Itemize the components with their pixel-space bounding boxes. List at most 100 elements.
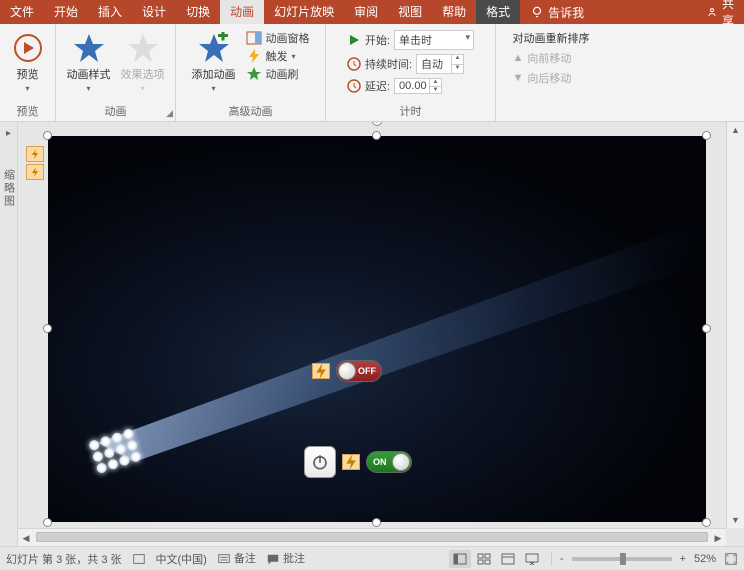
- delay-spinner[interactable]: 00.00 ▲▼: [394, 78, 442, 94]
- add-animation-button[interactable]: 添加动画 ▾: [192, 28, 236, 93]
- trigger-badge: [312, 363, 330, 379]
- preview-button[interactable]: 预览 ▾: [12, 28, 44, 93]
- animation-pane-button[interactable]: 动画窗格: [246, 30, 310, 46]
- notes-button[interactable]: 备注: [217, 550, 256, 566]
- slide-edit-area[interactable]: OFF ON: [18, 122, 744, 546]
- lightning-icon: [246, 48, 262, 64]
- tab-help[interactable]: 帮助: [432, 0, 476, 24]
- reading-view-button[interactable]: [497, 550, 519, 568]
- power-icon: [311, 453, 329, 471]
- group-advanced-animation: 添加动画 ▾ 动画窗格 触发 ▾ 动画刷 高级动画: [176, 24, 326, 121]
- sorter-view-button[interactable]: [473, 550, 495, 568]
- tab-transitions[interactable]: 切换: [176, 0, 220, 24]
- zoom-out-button[interactable]: -: [560, 553, 564, 565]
- zoom-level[interactable]: 52%: [694, 553, 716, 565]
- tab-format[interactable]: 格式: [476, 0, 520, 24]
- light-beam-graphic: [98, 222, 698, 462]
- expand-thumbnails-button[interactable]: ▸: [6, 128, 11, 139]
- group-preview: 预览 ▾ 预览: [0, 24, 56, 121]
- thumbnails-label: 缩略图: [1, 169, 17, 208]
- resize-handle-sw[interactable]: [43, 518, 52, 527]
- fit-to-window-button[interactable]: [724, 552, 738, 566]
- group-label-timing: 计时: [326, 103, 495, 119]
- on-toggle[interactable]: ON: [366, 451, 412, 473]
- view-mode-buttons: [449, 550, 543, 568]
- comments-button[interactable]: 批注: [266, 550, 305, 566]
- animation-styles-button[interactable]: 动画样式 ▾: [67, 28, 111, 93]
- animation-dialog-launcher[interactable]: ◢: [166, 108, 173, 119]
- star-outline-icon: [127, 32, 159, 64]
- star-plus-icon: [198, 32, 230, 64]
- reorder-title: 对动画重新排序: [513, 30, 590, 46]
- animation-tag-1[interactable]: [26, 146, 44, 162]
- language-indicator[interactable]: 中文(中国): [156, 551, 207, 567]
- animation-painter-button[interactable]: 动画刷: [246, 66, 310, 82]
- start-label: 开始:: [365, 32, 390, 48]
- zoom-slider[interactable]: [572, 557, 672, 561]
- delay-label: 延迟:: [365, 78, 390, 94]
- tab-file[interactable]: 文件: [0, 0, 44, 24]
- group-animation: 动画样式 ▾ 效果选项 ▾ 动画 ◢: [56, 24, 176, 121]
- tell-me-search[interactable]: 告诉我: [520, 0, 594, 24]
- hscroll-thumb[interactable]: [36, 532, 708, 542]
- thumbnails-panel-collapsed: ▸ 缩略图: [0, 122, 18, 546]
- on-toggle-group[interactable]: ON: [304, 446, 412, 478]
- duration-label: 持续时间:: [365, 56, 412, 72]
- group-label-advanced: 高级动画: [176, 103, 325, 119]
- comment-icon: [266, 553, 280, 567]
- lightning-icon: [30, 149, 40, 159]
- tab-design[interactable]: 设计: [132, 0, 176, 24]
- resize-handle-e[interactable]: [702, 324, 711, 333]
- resize-handle-w[interactable]: [43, 324, 52, 333]
- duration-spinner[interactable]: 自动 ▲▼: [416, 54, 464, 74]
- group-label-preview: 预览: [0, 103, 55, 119]
- group-label-animation: 动画: [56, 103, 175, 119]
- scroll-right-button[interactable]: ▶: [710, 529, 726, 546]
- lightning-icon: [30, 167, 40, 177]
- tab-review[interactable]: 审阅: [344, 0, 388, 24]
- group-reorder: 对动画重新排序 ▲ 向前移动 ▼ 向后移动: [496, 24, 606, 121]
- resize-handle-se[interactable]: [702, 518, 711, 527]
- animation-order-tags: [26, 146, 44, 180]
- pane-icon: [246, 30, 262, 46]
- tab-insert[interactable]: 插入: [88, 0, 132, 24]
- tab-animations[interactable]: 动画: [220, 0, 264, 24]
- move-later-button: ▼ 向后移动: [513, 70, 590, 86]
- lightbulb-icon: [530, 5, 544, 19]
- scroll-down-button[interactable]: ▼: [727, 512, 744, 528]
- share-button[interactable]: 共享: [696, 0, 744, 24]
- normal-view-button[interactable]: [449, 550, 471, 568]
- off-toggle-group[interactable]: OFF: [312, 360, 382, 382]
- notes-icon: [217, 553, 231, 567]
- resize-handle-ne[interactable]: [702, 131, 711, 140]
- menu-tabs: 文件 开始 插入 设计 切换 动画 幻灯片放映 审阅 视图 帮助 格式 告诉我 …: [0, 0, 744, 24]
- preview-play-icon: [12, 32, 44, 64]
- start-dropdown[interactable]: 单击时: [394, 30, 474, 50]
- trigger-button[interactable]: 触发 ▾: [246, 48, 310, 64]
- resize-handle-n[interactable]: [372, 131, 381, 140]
- slideshow-view-button[interactable]: [521, 550, 543, 568]
- slide-counter: 幻灯片 第 3 张，共 3 张: [6, 551, 122, 567]
- selected-slide-object[interactable]: OFF ON: [48, 136, 706, 522]
- scroll-up-button[interactable]: ▲: [727, 122, 744, 138]
- zoom-in-button[interactable]: +: [680, 553, 686, 565]
- share-icon: [706, 6, 718, 18]
- scroll-left-button[interactable]: ◀: [18, 529, 34, 546]
- tab-slideshow[interactable]: 幻灯片放映: [264, 0, 344, 24]
- horizontal-scrollbar[interactable]: ◀ ▶: [18, 528, 726, 546]
- tab-view[interactable]: 视图: [388, 0, 432, 24]
- ribbon: 预览 ▾ 预览 动画样式 ▾ 效果选项 ▾ 动画 ◢ 添加动画: [0, 24, 744, 122]
- painter-icon: [246, 66, 262, 82]
- accessibility-icon[interactable]: [132, 552, 146, 566]
- vertical-scrollbar[interactable]: ▲ ▼: [726, 122, 744, 528]
- delay-clock-icon: [347, 79, 361, 93]
- off-toggle[interactable]: OFF: [336, 360, 382, 382]
- rotation-handle[interactable]: [372, 122, 382, 126]
- status-bar: 幻灯片 第 3 张，共 3 张 中文(中国) 备注 批注 - + 52%: [0, 546, 744, 570]
- power-button[interactable]: [304, 446, 336, 478]
- resize-handle-s[interactable]: [372, 518, 381, 527]
- tab-home[interactable]: 开始: [44, 0, 88, 24]
- lightning-icon: [313, 363, 329, 379]
- resize-handle-nw[interactable]: [43, 131, 52, 140]
- animation-tag-2[interactable]: [26, 164, 44, 180]
